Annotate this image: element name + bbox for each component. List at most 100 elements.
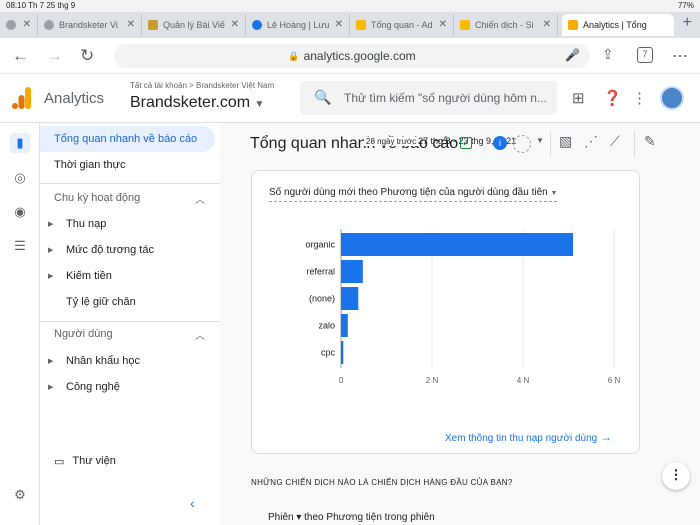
- nav-overview[interactable]: Tổng quan nhanh về báo cáo: [40, 126, 215, 152]
- close-icon[interactable]: ✕: [543, 19, 551, 30]
- reports-icon[interactable]: ▮: [10, 133, 30, 153]
- chevron-down-icon[interactable]: ▼: [536, 136, 544, 145]
- report-nav: Tổng quan nhanh về báo cáo Thời gian thự…: [40, 123, 220, 525]
- property-selector[interactable]: Brandsketer.com ▼: [130, 94, 264, 112]
- microphone-icon[interactable]: 🎤: [565, 48, 580, 62]
- new-tab-icon[interactable]: +: [683, 14, 692, 32]
- site-icon: [252, 20, 262, 30]
- analytics-icon: [568, 20, 578, 30]
- close-icon[interactable]: ✕: [439, 19, 447, 30]
- browser-tab-3[interactable]: Quản lý Bài Viết ✕: [142, 14, 246, 36]
- customize-report-icon[interactable]: ▧: [559, 133, 572, 150]
- arrow-right-icon: →: [600, 430, 613, 444]
- browser-tab-1[interactable]: ✕: [0, 14, 38, 36]
- bar-referral[interactable]: [341, 260, 363, 283]
- expand-arrow-icon: ▶: [48, 358, 54, 365]
- browser-tab-active[interactable]: Analytics | Tổng: [562, 14, 674, 36]
- browser-toolbar: ← → ↻ 🔒 analytics.google.com 🎤 ⇪ 7 ⋯: [0, 38, 700, 74]
- configure-icon[interactable]: ☰: [10, 236, 30, 256]
- globe-icon: [6, 20, 16, 30]
- settings-gear-icon[interactable]: ⚙: [10, 485, 30, 505]
- browser-tab-strip: ✕ Brandsketer Vi ✕ Quản lý Bài Viết ✕ Lê…: [0, 12, 700, 38]
- nav-tech[interactable]: ▶ Công nghệ: [40, 374, 215, 400]
- new-users-bar-chart: 0 2 N 4 N 6 N organic referral (none) zalo cpc: [305, 229, 621, 385]
- close-icon[interactable]: ✕: [231, 19, 239, 30]
- analytics-logo-icon: [12, 87, 31, 109]
- campaign-filter[interactable]: Phiên ▾ theo Phương tiện trong phiên: [268, 512, 435, 523]
- apps-grid-icon[interactable]: ⊞: [572, 89, 585, 107]
- back-icon[interactable]: ←: [12, 46, 29, 66]
- nav-retention[interactable]: Tỷ lệ giữ chân: [40, 289, 215, 315]
- nav-acquisition[interactable]: ▶ Thu nạp: [40, 211, 215, 237]
- expand-arrow-icon: ▶: [48, 247, 54, 254]
- explore-icon[interactable]: ◎: [10, 168, 30, 188]
- globe-icon: [44, 20, 54, 30]
- category-label: referral: [306, 267, 335, 277]
- browser-tab-4[interactable]: Lê Hoàng | Lưu ✕: [246, 14, 350, 36]
- nav-section-lifecycle[interactable]: Chu kỳ hoạt động ︿: [40, 187, 215, 209]
- help-icon[interactable]: ❓: [603, 89, 622, 107]
- chevron-up-icon: ︿: [195, 330, 205, 342]
- edit-pencil-icon[interactable]: ✎: [644, 133, 656, 150]
- google-ads-icon: [460, 20, 470, 30]
- nav-realtime[interactable]: Thời gian thực: [40, 152, 215, 178]
- browser-tab-5[interactable]: Tổng quan - Ad ✕: [350, 14, 454, 36]
- expand-arrow-icon: ▶: [48, 221, 54, 228]
- share-icon[interactable]: ⋰: [584, 133, 598, 150]
- x-tick-label: 0: [339, 376, 344, 385]
- info-icon[interactable]: i: [493, 136, 507, 150]
- chevron-down-icon: ▼: [254, 99, 265, 110]
- browser-tab-2[interactable]: Brandsketer Vi ✕: [38, 14, 142, 36]
- status-time: 08:10 Th 7 25 thg 9: [6, 1, 76, 10]
- nav-section-users[interactable]: Người dùng ︿: [40, 323, 215, 345]
- saved-check-icon: ✓: [460, 137, 472, 149]
- left-rail: ▮ ◎ ◉ ☰ ⚙: [0, 123, 40, 525]
- google-ads-icon: [356, 20, 366, 30]
- bar-zalo[interactable]: [341, 314, 348, 337]
- site-icon: [148, 20, 158, 30]
- chevron-down-icon: ▼: [550, 190, 558, 197]
- bar-cpc[interactable]: [341, 341, 344, 364]
- battery-level: 77%: [677, 1, 694, 10]
- reload-icon[interactable]: ↻: [80, 46, 94, 66]
- nav-demographics[interactable]: ▶ Nhân khẩu học: [40, 348, 215, 374]
- nav-library[interactable]: ▭ Thư viện: [40, 448, 215, 474]
- last-updated: 28 ngày trước: [364, 137, 419, 146]
- main-content: Tổng quan nhanh về báo cáo 28 ngày trước…: [220, 123, 700, 525]
- lock-icon: 🔒: [288, 50, 300, 61]
- chevron-up-icon: ︿: [195, 194, 205, 206]
- share-icon[interactable]: ⇪: [602, 46, 614, 63]
- x-tick-label: 6 N: [608, 376, 621, 385]
- x-tick-label: 4 N: [517, 376, 530, 385]
- avatar[interactable]: [660, 86, 684, 110]
- more-vert-icon[interactable]: ⋮: [632, 89, 647, 107]
- forward-icon[interactable]: →: [46, 46, 63, 66]
- bar-none[interactable]: [341, 287, 359, 310]
- close-icon[interactable]: ✕: [127, 19, 135, 30]
- category-label: (none): [309, 294, 335, 304]
- bar-organic[interactable]: [341, 233, 574, 256]
- collapse-nav-icon[interactable]: ‹: [190, 495, 195, 511]
- feedback-icon[interactable]: ⁝: [662, 462, 690, 490]
- card-title[interactable]: Số người dùng mới theo Phương tiện của n…: [269, 187, 558, 202]
- close-icon[interactable]: ✕: [335, 19, 343, 30]
- nav-engagement[interactable]: ▶ Mức độ tương tác: [40, 237, 215, 263]
- account-breadcrumb[interactable]: Tất cả tài khoản > Brandsketer Việt Nam: [130, 81, 274, 90]
- analytics-header: Analytics Tất cả tài khoản > Brandsketer…: [0, 75, 700, 123]
- expand-arrow-icon: ▶: [48, 384, 54, 391]
- close-icon[interactable]: ✕: [23, 19, 31, 30]
- new-users-card: Số người dùng mới theo Phương tiện của n…: [251, 170, 640, 454]
- app-name: Analytics: [44, 90, 105, 107]
- nav-monetization[interactable]: ▶ Kiếm tiền: [40, 263, 215, 289]
- x-tick-label: 2 N: [426, 376, 439, 385]
- more-icon[interactable]: ⋯: [672, 46, 688, 66]
- insights-icon[interactable]: ⟋: [610, 133, 620, 150]
- folder-icon: ▭: [54, 455, 65, 468]
- tab-count-button[interactable]: 7: [637, 47, 653, 63]
- advertising-icon[interactable]: ◉: [10, 202, 30, 222]
- search-input[interactable]: 🔍 Thử tìm kiếm "số người dùng hôm n...: [300, 81, 557, 115]
- browser-tab-6[interactable]: Chiến dịch - Si ✕: [454, 14, 558, 36]
- address-bar[interactable]: 🔒 analytics.google.com 🎤: [114, 44, 590, 68]
- view-acquisition-link[interactable]: Xem thông tin thu nạp người dùng →: [445, 430, 612, 444]
- loading-spinner-icon: [513, 135, 531, 153]
